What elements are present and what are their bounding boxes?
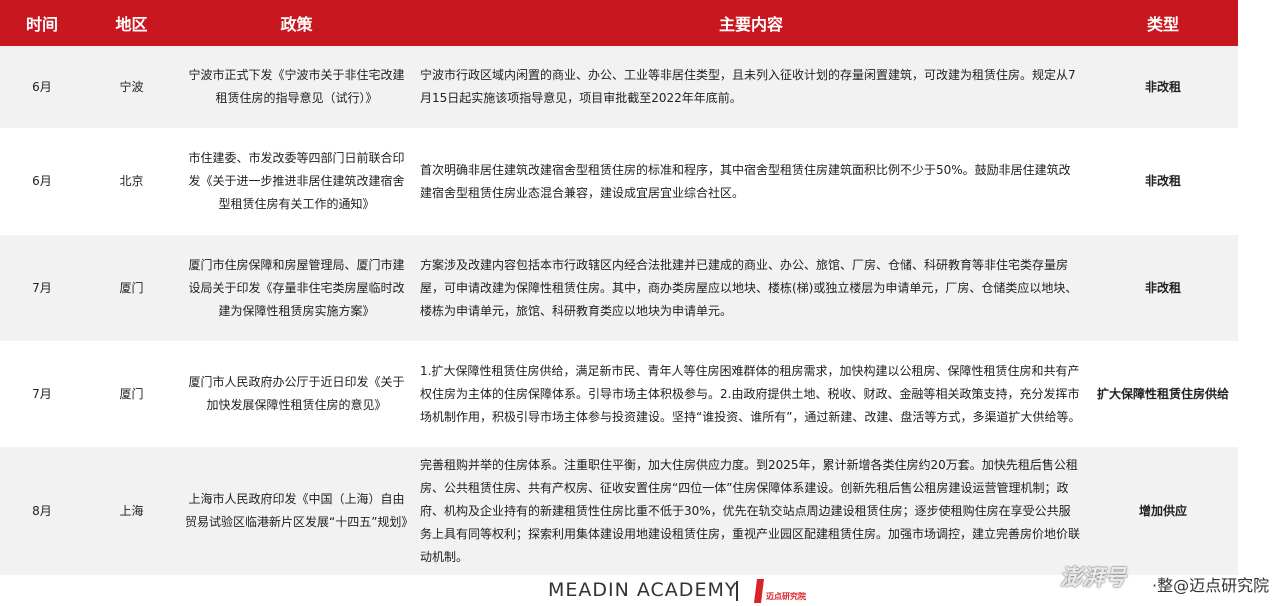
table-row: 7月 厦门 厦门市人民政府办公厅于近日印发《关于加快发展保障性租赁住房的意见》 … bbox=[0, 341, 1238, 447]
corner-credit: ·整@迈点研究院 bbox=[1152, 576, 1270, 595]
header-policy: 政策 bbox=[179, 0, 414, 46]
logo-mark-icon bbox=[754, 579, 764, 603]
cell-type: 非改租 bbox=[1088, 46, 1238, 128]
cell-policy: 宁波市正式下发《宁波市关于非住宅改建租赁住房的指导意见（试行）》 bbox=[179, 46, 414, 128]
table-row: 6月 北京 市住建委、市发改委等四部门日前联合印发《关于进一步推进非居住建筑改建… bbox=[0, 128, 1238, 235]
cell-time: 6月 bbox=[0, 128, 84, 235]
cell-content: 完善租购并举的住房体系。注重职住平衡，加大住房供应力度。到2025年，累计新增各… bbox=[414, 447, 1088, 575]
cell-time: 8月 bbox=[0, 447, 84, 575]
cell-content: 首次明确非居住建筑改建宿舍型租赁住房的标准和程序，其中宿舍型租赁住房建筑面积比例… bbox=[414, 128, 1088, 235]
brand-divider bbox=[736, 581, 738, 601]
cell-type: 扩大保障性租赁住房供给 bbox=[1088, 341, 1238, 447]
cell-type: 非改租 bbox=[1088, 235, 1238, 341]
cell-region: 上海 bbox=[84, 447, 179, 575]
cell-type: 增加供应 bbox=[1088, 447, 1238, 575]
cell-policy: 市住建委、市发改委等四部门日前联合印发《关于进一步推进非居住建筑改建宿舍型租赁住… bbox=[179, 128, 414, 235]
header-content: 主要内容 bbox=[414, 0, 1088, 46]
logo-text: 迈点研究院 bbox=[766, 592, 806, 601]
cell-content: 方案涉及改建内容包括本市行政辖区内经合法批建并已建成的商业、办公、旅馆、厂房、仓… bbox=[414, 235, 1088, 341]
policy-table: 时间 地区 政策 主要内容 类型 6月 宁波 宁波市正式下发《宁波市关于非住宅改… bbox=[0, 0, 1238, 575]
header-region: 地区 bbox=[84, 0, 179, 46]
brand-name: MEADIN ACADEMY bbox=[548, 579, 738, 601]
cell-content: 宁波市行政区域内闲置的商业、办公、工业等非居住类型，且未列入征收计划的存量闲置建… bbox=[414, 46, 1088, 128]
table-row: 8月 上海 上海市人民政府印发《中国（上海）自由贸易试验区临港新片区发展“十四五… bbox=[0, 447, 1238, 575]
cell-type: 非改租 bbox=[1088, 128, 1238, 235]
table-row: 7月 厦门 厦门市住房保障和房屋管理局、厦门市建设局关于印发《存量非住宅类房屋临… bbox=[0, 235, 1238, 341]
cell-region: 宁波 bbox=[84, 46, 179, 128]
cell-time: 6月 bbox=[0, 46, 84, 128]
header-time: 时间 bbox=[0, 0, 84, 46]
cell-region: 厦门 bbox=[84, 341, 179, 447]
watermark: 澎湃号 bbox=[1060, 566, 1127, 591]
cell-region: 厦门 bbox=[84, 235, 179, 341]
header-type: 类型 bbox=[1088, 0, 1238, 46]
academy-logo: 迈点研究院 bbox=[754, 579, 812, 603]
cell-time: 7月 bbox=[0, 341, 84, 447]
cell-time: 7月 bbox=[0, 235, 84, 341]
cell-region: 北京 bbox=[84, 128, 179, 235]
cell-policy: 厦门市住房保障和房屋管理局、厦门市建设局关于印发《存量非住宅类房屋临时改建为保障… bbox=[179, 235, 414, 341]
cell-policy: 上海市人民政府印发《中国（上海）自由贸易试验区临港新片区发展“十四五”规划》 bbox=[179, 447, 414, 575]
cell-content: 1.扩大保障性租赁住房供给，满足新市民、青年人等住房困难群体的租房需求，加快构建… bbox=[414, 341, 1088, 447]
cell-policy: 厦门市人民政府办公厅于近日印发《关于加快发展保障性租赁住房的意见》 bbox=[179, 341, 414, 447]
table-header-row: 时间 地区 政策 主要内容 类型 bbox=[0, 0, 1238, 46]
table-row: 6月 宁波 宁波市正式下发《宁波市关于非住宅改建租赁住房的指导意见（试行）》 宁… bbox=[0, 46, 1238, 128]
